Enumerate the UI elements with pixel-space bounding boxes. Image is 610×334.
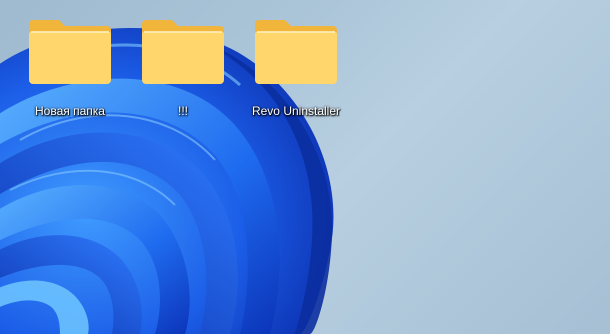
desktop-icon-exclamation-folder[interactable]: !!! xyxy=(135,14,231,124)
desktop-icon-label: Новая папка xyxy=(35,104,105,118)
desktop[interactable]: Новая папка !!! Revo Uninstaller xyxy=(0,0,610,334)
desktop-icon-new-folder[interactable]: Новая папка xyxy=(22,14,118,124)
folder-icon xyxy=(255,20,337,84)
desktop-icon-label: Revo Uninstaller xyxy=(251,104,341,118)
desktop-icon-label: !!! xyxy=(177,104,188,118)
folder-icon xyxy=(29,20,111,84)
desktop-icon-revo-uninstaller[interactable]: Revo Uninstaller xyxy=(248,14,344,124)
folder-icon xyxy=(142,20,224,84)
